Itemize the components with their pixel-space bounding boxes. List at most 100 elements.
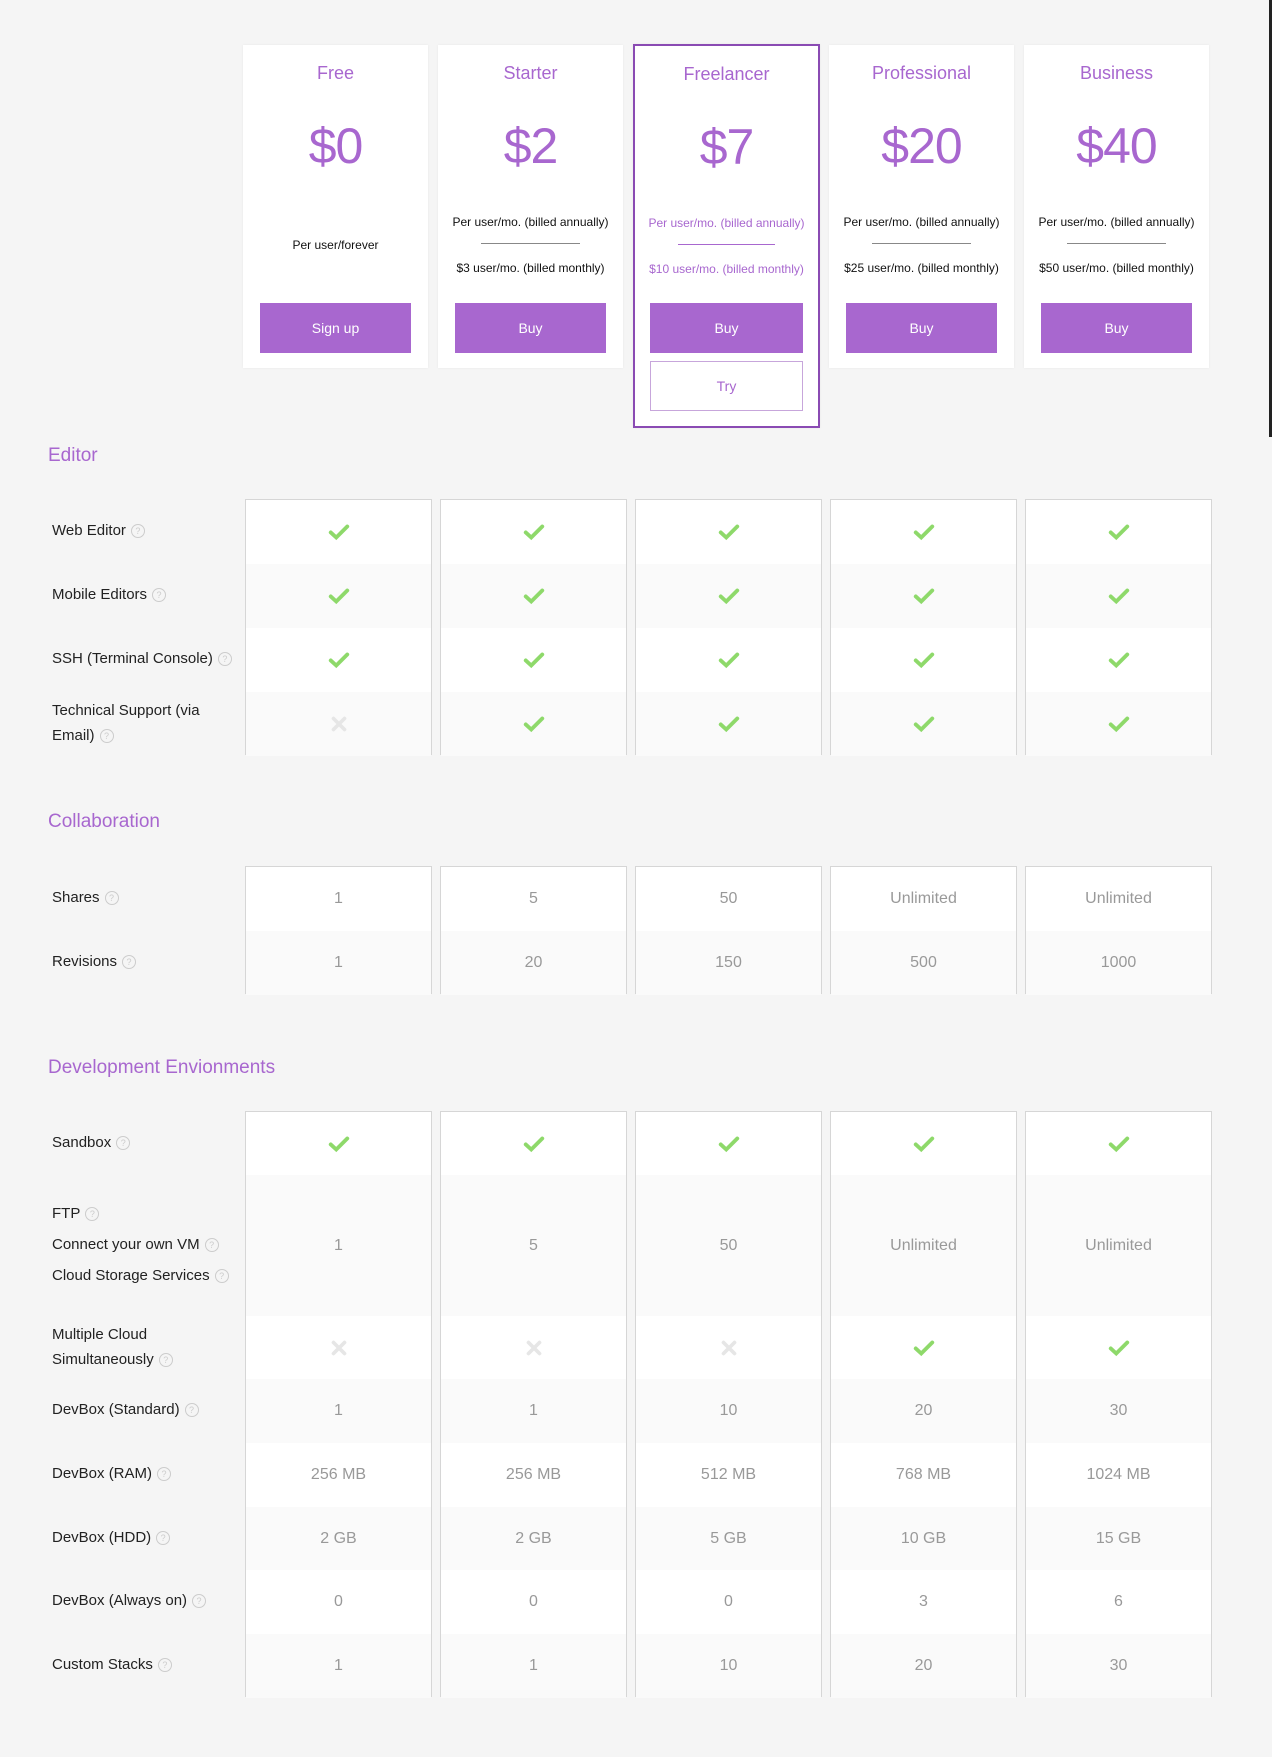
feature-value-cell xyxy=(246,1316,431,1379)
sign-up-button[interactable]: Sign up xyxy=(260,303,411,353)
feature-value-cell xyxy=(246,692,431,756)
check-icon xyxy=(913,716,934,733)
plan-card-professional: Professional $20 Per user/mo. (billed an… xyxy=(829,45,1014,368)
feature-value-cell xyxy=(246,500,431,564)
feature-value: 10 GB xyxy=(900,1529,947,1547)
help-icon[interactable]: ? xyxy=(104,891,119,906)
help-icon[interactable]: ? xyxy=(214,1269,229,1284)
check-icon xyxy=(328,524,349,541)
feature-value: 1 xyxy=(529,1657,538,1674)
feature-name-text: DevBox (Standard) xyxy=(52,1401,180,1418)
help-icon[interactable]: ? xyxy=(217,652,232,667)
feature-value-cell: 20 xyxy=(441,931,626,995)
billing-forever: Per user/forever xyxy=(292,238,379,252)
buy-button-professional[interactable]: Buy xyxy=(846,303,997,353)
feature-value-cell: 1 xyxy=(246,931,431,995)
feature-name: Sandbox? xyxy=(52,1129,131,1157)
feature-value-cell: 1 xyxy=(441,1379,626,1443)
feature-value: 10 xyxy=(719,1657,738,1674)
feature-name: FTP? xyxy=(52,1198,229,1229)
feature-value-cell: 2 GB xyxy=(441,1507,626,1570)
feature-name-text: SSH (Terminal Console) xyxy=(52,650,213,667)
feature-value: 1000 xyxy=(1100,954,1137,971)
feature-value: 3 xyxy=(919,1593,928,1610)
section-title-collaboration: Collaboration xyxy=(48,811,160,832)
help-icon[interactable]: ? xyxy=(157,1467,172,1482)
feature-name: Multiple Cloud Simultaneously? xyxy=(52,1322,237,1372)
section-title-development-envionments: Development Envionments xyxy=(48,1057,276,1078)
feature-value-cell: 2 GB xyxy=(246,1507,431,1570)
feature-name-text: DevBox (Always on) xyxy=(52,1592,188,1609)
check-icon xyxy=(1108,716,1129,733)
plan-column-business: Unlimited 30 1024 MB 15 GB 6 30 xyxy=(1025,1111,1212,1698)
check-icon xyxy=(1108,524,1129,541)
check-icon xyxy=(913,1136,934,1152)
feature-label: SSH (Terminal Console)? xyxy=(52,627,237,691)
buy-button-freelancer[interactable]: Buy xyxy=(650,303,803,353)
feature-label-group: Shares? xyxy=(52,884,119,912)
feature-value-cell: 20 xyxy=(831,1634,1016,1698)
help-icon[interactable]: ? xyxy=(156,1530,171,1545)
feature-value-cell: 0 xyxy=(246,1570,431,1634)
feature-name-text: Mobile Editors xyxy=(52,586,148,603)
check-icon xyxy=(718,524,739,541)
feature-label: Revisions? xyxy=(52,930,237,994)
plan-price: $2 xyxy=(503,118,559,174)
feature-name: DevBox (RAM)? xyxy=(52,1460,172,1488)
feature-value: 50 xyxy=(719,1236,738,1254)
help-icon[interactable]: ? xyxy=(85,1207,100,1222)
feature-value: 500 xyxy=(910,954,937,971)
feature-value-cell: 1 xyxy=(246,867,431,931)
feature-value: 1 xyxy=(334,954,343,971)
feature-value-cell: 256 MB xyxy=(441,1443,626,1507)
plan-card-freelancer: Freelancer $7 Per user/mo. (billed annua… xyxy=(633,44,820,428)
feature-name-text: Revisions xyxy=(52,953,118,970)
feature-value-cell: 512 MB xyxy=(636,1443,821,1507)
help-icon[interactable]: ? xyxy=(158,1352,173,1367)
feature-value-cell xyxy=(831,564,1016,628)
feature-name-text: DevBox (RAM) xyxy=(52,1465,153,1482)
help-icon[interactable]: ? xyxy=(152,588,167,603)
feature-value: 50 xyxy=(719,890,738,907)
feature-label: DevBox (Standard)? xyxy=(52,1378,237,1442)
plan-column-freelancer: 50 150 xyxy=(635,866,822,995)
feature-value-cell xyxy=(831,628,1016,692)
help-icon[interactable]: ? xyxy=(204,1238,219,1253)
feature-label: Mobile Editors? xyxy=(52,563,237,627)
feature-label-group: Mobile Editors? xyxy=(52,581,167,609)
help-icon[interactable]: ? xyxy=(184,1403,199,1418)
help-icon[interactable]: ? xyxy=(157,1658,172,1673)
help-icon[interactable]: ? xyxy=(116,1135,131,1150)
check-icon xyxy=(523,652,544,669)
feature-value-cell: 10 GB xyxy=(831,1507,1016,1570)
check-icon xyxy=(328,1136,349,1152)
feature-value: 5 GB xyxy=(710,1529,747,1547)
feature-name-text: Sandbox xyxy=(52,1133,112,1151)
check-icon xyxy=(718,716,739,733)
try-button-freelancer[interactable]: Try xyxy=(650,361,803,411)
help-icon[interactable]: ? xyxy=(99,729,114,744)
buy-button-business[interactable]: Buy xyxy=(1041,303,1192,353)
feature-value: 256 MB xyxy=(310,1466,367,1483)
feature-name: Connect your own VM? xyxy=(52,1229,229,1260)
help-icon[interactable]: ? xyxy=(130,524,145,539)
feature-value: Unlimited xyxy=(1085,890,1152,907)
feature-value: 0 xyxy=(529,1593,538,1610)
feature-value-cell xyxy=(636,564,821,628)
plan-name: Starter xyxy=(503,63,558,83)
plan-card-starter: Starter $2 Per user/mo. (billed annually… xyxy=(438,45,623,368)
feature-value-cell xyxy=(1026,1316,1211,1379)
feature-label: Web Editor? xyxy=(52,499,237,563)
feature-name: Shares? xyxy=(52,884,119,912)
buy-button-starter[interactable]: Buy xyxy=(455,303,606,353)
help-icon[interactable]: ? xyxy=(122,955,137,970)
help-icon[interactable]: ? xyxy=(192,1594,207,1609)
feature-value-cell: 0 xyxy=(441,1570,626,1634)
feature-value: 5 xyxy=(529,1236,538,1254)
plan-column-business xyxy=(1025,499,1212,756)
plan-card-free: Free $0 Per user/forever Sign up xyxy=(243,45,428,368)
feature-label: Custom Stacks? xyxy=(52,1633,237,1697)
feature-value: 2 GB xyxy=(515,1529,552,1547)
feature-value: 20 xyxy=(524,954,543,971)
feature-value: 1 xyxy=(334,890,343,907)
